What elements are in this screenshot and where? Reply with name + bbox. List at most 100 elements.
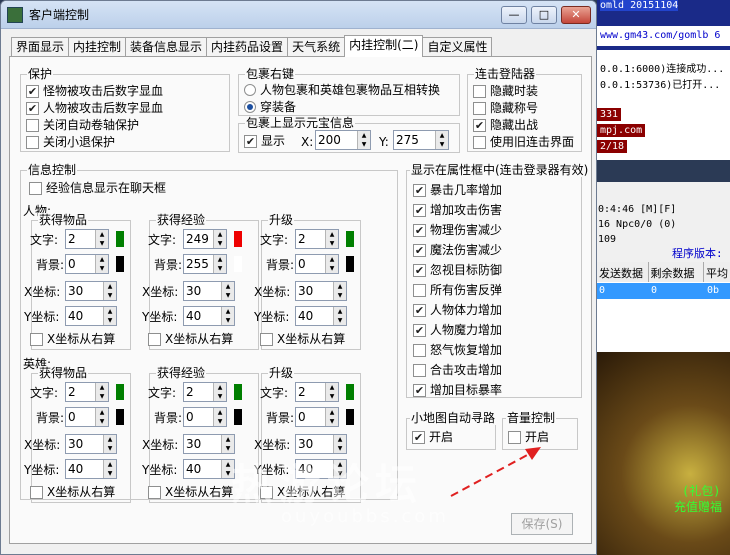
text-color-swatch[interactable] [346, 384, 354, 400]
text-color-swatch[interactable] [234, 231, 242, 247]
x-input[interactable]: 30 ▲ ▼ [65, 281, 117, 301]
x-from-right[interactable]: X坐标从右算 [30, 332, 115, 346]
gold-x-input[interactable]: 200 ▲ ▼ [315, 130, 371, 150]
protect-item[interactable]: ✔ 人物被攻击后数字显血 [26, 101, 163, 115]
checkbox[interactable]: ✔ [413, 263, 426, 277]
bg-color-input[interactable]: 0 ▲ ▼ [183, 407, 227, 427]
bg-color-input[interactable]: 255 ▲ ▼ [183, 254, 227, 274]
y-input[interactable]: 40 ▲ ▼ [65, 459, 117, 479]
attr-item[interactable]: ✔ 忽视目标防御 [413, 263, 502, 277]
launcher-item[interactable]: 使用旧连击界面 [473, 135, 574, 149]
text-color-swatch[interactable] [116, 231, 124, 247]
minimize-button[interactable]: — [501, 6, 527, 24]
attr-item[interactable]: ✔ 暴击几率增加 [413, 183, 502, 197]
x-input[interactable]: 30 ▲ ▼ [295, 281, 347, 301]
bg-color-swatch[interactable] [234, 409, 242, 425]
y-input[interactable]: 40 ▲ ▼ [65, 306, 117, 326]
launcher-item[interactable]: 隐藏称号 [473, 101, 538, 115]
bag-right-option[interactable]: 穿装备 [244, 100, 296, 114]
attr-item[interactable]: 怒气恢复增加 [413, 343, 502, 357]
launcher-item[interactable]: ✔ 隐藏出战 [473, 118, 538, 132]
checkbox[interactable] [413, 343, 426, 357]
x-input[interactable]: 30 ▲ ▼ [183, 434, 235, 454]
checkbox[interactable]: ✔ [26, 101, 39, 115]
checkbox[interactable]: ✔ [413, 323, 426, 337]
protect-item[interactable]: 关闭小退保护 [26, 135, 115, 149]
checkbox[interactable]: ✔ [413, 183, 426, 197]
text-color-input[interactable]: 2 ▲ ▼ [65, 229, 109, 249]
protect-item[interactable]: ✔ 怪物被攻击后数字显血 [26, 84, 163, 98]
checkbox[interactable]: ✔ [413, 203, 426, 217]
checkbox[interactable] [413, 363, 426, 377]
bg-color-swatch[interactable] [234, 256, 242, 272]
tab-custom-attributes[interactable]: 自定义属性 [422, 37, 493, 57]
text-color-input[interactable]: 249 ▲ ▼ [183, 229, 227, 249]
attr-item[interactable]: ✔ 人物魔力增加 [413, 323, 502, 337]
attr-item[interactable]: 所有伤害反弹 [413, 283, 502, 297]
tab-weather-system[interactable]: 天气系统 [287, 37, 346, 57]
checkbox[interactable] [148, 332, 161, 346]
x-input[interactable]: 30 ▲ ▼ [65, 434, 117, 454]
protect-item[interactable]: 关闭自动卷轴保护 [26, 118, 139, 132]
close-button[interactable]: ✕ [561, 6, 591, 24]
x-from-right[interactable]: X坐标从右算 [30, 485, 115, 499]
attr-item[interactable]: ✔ 增加攻击伤害 [413, 203, 502, 217]
checkbox[interactable] [473, 135, 486, 149]
checkbox[interactable] [30, 485, 43, 499]
bg-color-input[interactable]: 0 ▲ ▼ [295, 254, 339, 274]
radio[interactable] [244, 84, 256, 96]
tab-interface-display[interactable]: 界面显示 [11, 37, 70, 57]
x-from-right[interactable]: X坐标从右算 [148, 485, 233, 499]
launcher-item[interactable]: 隐藏时装 [473, 84, 538, 98]
gold-y-input[interactable]: 275 ▲ ▼ [393, 130, 449, 150]
checkbox[interactable] [260, 332, 273, 346]
bg-color-input[interactable]: 0 ▲ ▼ [65, 254, 109, 274]
checkbox[interactable] [26, 118, 39, 132]
attr-item[interactable]: ✔ 物理伤害减少 [413, 223, 502, 237]
bg-color-swatch[interactable] [116, 256, 124, 272]
checkbox[interactable]: ✔ [413, 303, 426, 317]
radio[interactable] [244, 101, 256, 113]
y-input[interactable]: 40 ▲ ▼ [183, 459, 235, 479]
bag-gold-show[interactable]: ✔ 显示 [244, 134, 285, 148]
checkbox[interactable] [473, 101, 486, 115]
checkbox[interactable]: ✔ [26, 84, 39, 98]
checkbox[interactable]: ✔ [412, 430, 425, 444]
text-color-swatch[interactable] [234, 384, 242, 400]
x-from-right[interactable]: X坐标从右算 [148, 332, 233, 346]
bg-color-input[interactable]: 0 ▲ ▼ [65, 407, 109, 427]
bag-right-option[interactable]: 人物包裹和英雄包裹物品互相转换 [244, 83, 440, 97]
checkbox[interactable] [30, 332, 43, 346]
text-color-input[interactable]: 2 ▲ ▼ [295, 382, 339, 402]
save-button[interactable]: 保存(S) [511, 513, 573, 535]
x-input[interactable]: 30 ▲ ▼ [183, 281, 235, 301]
checkbox[interactable]: ✔ [413, 223, 426, 237]
maximize-button[interactable]: □ [531, 6, 557, 24]
tab-equipment-info[interactable]: 装备信息显示 [125, 37, 208, 57]
checkbox[interactable] [29, 181, 42, 195]
tab-plugin-control-2[interactable]: 内挂控制(二) [344, 35, 424, 57]
bg-color-swatch[interactable] [346, 256, 354, 272]
bg-color-swatch[interactable] [116, 409, 124, 425]
checkbox[interactable] [413, 283, 426, 297]
checkbox[interactable]: ✔ [244, 134, 257, 148]
text-color-swatch[interactable] [346, 231, 354, 247]
text-color-input[interactable]: 2 ▲ ▼ [65, 382, 109, 402]
attr-item[interactable]: 合击攻击增加 [413, 363, 502, 377]
checkbox[interactable] [26, 135, 39, 149]
exp-chat-option[interactable]: 经验信息显示在聊天框 [29, 181, 166, 195]
text-color-swatch[interactable] [116, 384, 124, 400]
bg-color-input[interactable]: 0 ▲ ▼ [295, 407, 339, 427]
attr-item[interactable]: ✔ 魔法伤害减少 [413, 243, 502, 257]
attr-item[interactable]: ✔ 人物体力增加 [413, 303, 502, 317]
text-color-input[interactable]: 2 ▲ ▼ [295, 229, 339, 249]
checkbox[interactable]: ✔ [473, 118, 486, 132]
checkbox[interactable] [473, 84, 486, 98]
checkbox[interactable]: ✔ [413, 383, 426, 397]
text-color-input[interactable]: 2 ▲ ▼ [183, 382, 227, 402]
bg-color-swatch[interactable] [346, 409, 354, 425]
tab-potion-settings[interactable]: 内挂药品设置 [206, 37, 289, 57]
x-from-right[interactable]: X坐标从右算 [260, 332, 345, 346]
attr-item[interactable]: ✔ 增加目标暴率 [413, 383, 502, 397]
tab-plugin-control[interactable]: 内挂控制 [68, 37, 127, 57]
